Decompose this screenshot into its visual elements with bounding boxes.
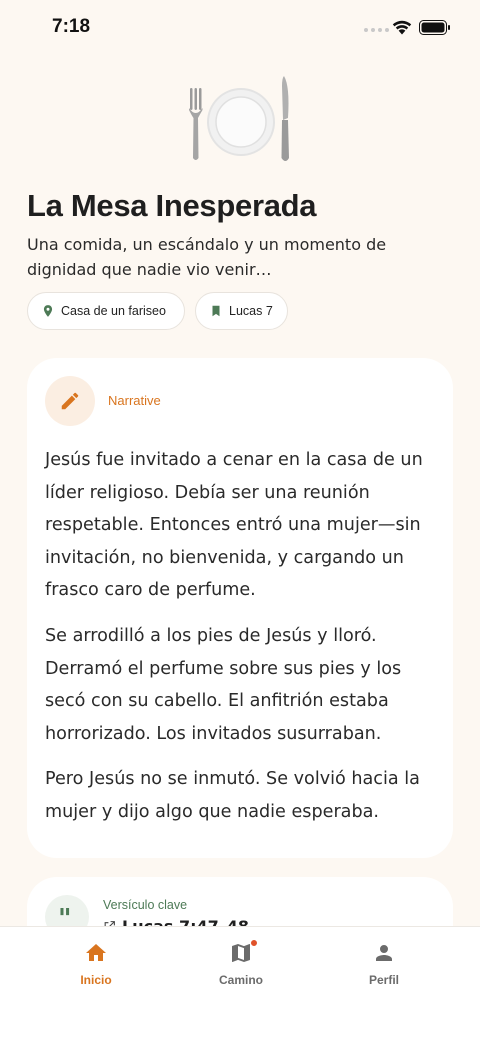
page-subtitle: Una comida, un escándalo y un momento de…	[27, 235, 387, 279]
fork-plate-knife-icon	[189, 76, 289, 161]
location-chip[interactable]: Casa de un fariseo	[27, 292, 185, 330]
cellular-signal-icon	[364, 28, 389, 32]
notification-dot	[250, 939, 258, 947]
page-title: La Mesa Inesperada	[27, 188, 317, 223]
battery-icon	[419, 20, 450, 35]
bottom-tab-bar: Inicio Camino Perfil	[0, 926, 480, 1040]
story-kind: Narrative	[108, 393, 161, 408]
wifi-icon	[392, 20, 412, 35]
home-icon	[86, 944, 106, 961]
status-time: 7:18	[52, 16, 91, 37]
reference-chip[interactable]: Lucas 7	[195, 292, 288, 330]
story-paragraph: Jesús fue invitado a cenar en la casa de…	[45, 450, 423, 600]
person-icon	[376, 945, 392, 961]
verse-label: Versículo clave	[103, 898, 188, 912]
tab-home-label: Inicio	[80, 973, 112, 987]
tab-path[interactable]: Camino	[181, 939, 301, 987]
tab-path-label: Camino	[218, 973, 263, 987]
reference-chip-label: Lucas 7	[229, 304, 273, 318]
bookmark-icon	[212, 305, 220, 317]
story-card: Narrative Jesús fue invitado a cenar en …	[27, 358, 453, 858]
tab-profile[interactable]: Perfil	[324, 941, 444, 987]
pencil-icon	[61, 392, 79, 410]
tab-profile-label: Perfil	[368, 973, 399, 987]
tab-home[interactable]: Inicio	[36, 941, 156, 987]
narrative-badge	[45, 376, 95, 426]
location-pin-icon	[43, 305, 53, 317]
story-paragraph: Pero Jesús no se inmutó. Se volvió hacia…	[45, 769, 420, 822]
story-paragraph: Se arrodilló a los pies de Jesús y lloró…	[45, 626, 402, 744]
status-bar: 7:18	[0, 0, 480, 54]
location-chip-label: Casa de un fariseo	[61, 304, 166, 318]
